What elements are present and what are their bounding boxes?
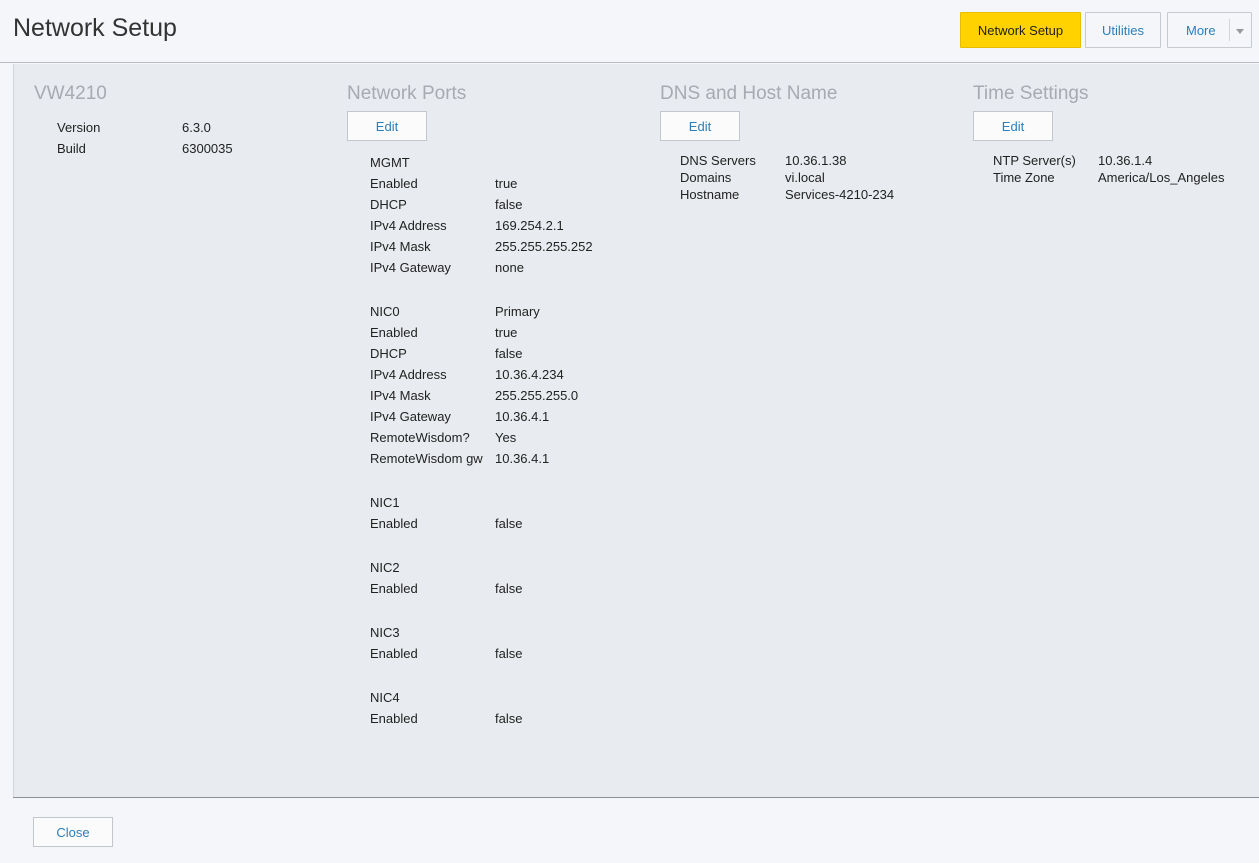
port-value: Yes [495, 430, 517, 445]
dns-title: DNS and Host Name [660, 83, 838, 104]
time-title: Time Settings [973, 83, 1089, 104]
tab-more-dropdown[interactable]: More [1167, 12, 1252, 48]
port-value: true [495, 176, 518, 191]
port-value: 255.255.255.252 [495, 239, 593, 254]
port-value: 10.36.4.1 [495, 451, 550, 466]
content-panel: VW4210 Version 6.3.0 Build 6300035 Netwo… [13, 64, 1259, 797]
port-label: Enabled [370, 581, 418, 596]
port-label: IPv4 Gateway [370, 260, 451, 275]
port-value: false [495, 581, 523, 596]
port-label: DHCP [370, 346, 407, 361]
port-value: Primary [495, 304, 540, 319]
port-label: MGMT [370, 155, 410, 170]
page-title: Network Setup [13, 14, 177, 42]
port-label: NIC3 [370, 625, 400, 640]
time-edit-button[interactable]: Edit [973, 111, 1053, 141]
chevron-down-icon[interactable] [1236, 29, 1244, 34]
port-value: 255.255.255.0 [495, 388, 579, 403]
port-label: Enabled [370, 176, 418, 191]
port-label: Enabled [370, 646, 418, 661]
tab-more-label: More [1186, 22, 1216, 38]
network-ports-title: Network Ports [347, 83, 467, 104]
dns-value: Services-4210-234 [785, 187, 895, 202]
network-ports-edit-button[interactable]: Edit [347, 111, 427, 141]
port-value: false [495, 711, 523, 726]
port-value: 10.36.4.1 [495, 409, 550, 424]
port-label: Enabled [370, 325, 418, 340]
device-label: Version [57, 120, 101, 135]
port-label: NIC4 [370, 690, 400, 705]
device-value: 6.3.0 [182, 120, 211, 135]
port-value: false [495, 197, 523, 212]
time-label: Time Zone [993, 170, 1055, 185]
dns-label: Hostname [680, 187, 740, 202]
device-value: 6300035 [182, 141, 233, 156]
header-bar: Network Setup Network Setup Utilities Mo… [0, 0, 1259, 63]
port-label: IPv4 Address [370, 367, 447, 382]
footer-bar: Close [13, 797, 1259, 863]
dns-value: 10.36.1.38 [785, 153, 847, 168]
port-label: NIC0 [370, 304, 400, 319]
port-label: NIC1 [370, 495, 400, 510]
port-value: false [495, 646, 523, 661]
time-value: 10.36.1.4 [1098, 153, 1153, 168]
port-label: IPv4 Gateway [370, 409, 451, 424]
port-label: Enabled [370, 516, 418, 531]
port-value: 10.36.4.234 [495, 367, 564, 382]
dns-label: DNS Servers [680, 153, 756, 168]
port-value: false [495, 516, 523, 531]
port-label: IPv4 Mask [370, 239, 431, 254]
port-label: IPv4 Address [370, 218, 447, 233]
time-value: America/Los_Angeles [1098, 170, 1225, 185]
port-value: true [495, 325, 518, 340]
port-label: RemoteWisdom gw [370, 451, 483, 466]
port-label: Enabled [370, 711, 418, 726]
port-label: DHCP [370, 197, 407, 212]
device-label: Build [57, 141, 86, 156]
port-value: false [495, 346, 523, 361]
close-button[interactable]: Close [33, 817, 113, 847]
tab-utilities[interactable]: Utilities [1085, 12, 1161, 48]
divider [1229, 19, 1230, 41]
dns-value: vi.local [785, 170, 825, 185]
port-value: 169.254.2.1 [495, 218, 564, 233]
device-title: VW4210 [34, 83, 107, 104]
port-label: RemoteWisdom? [370, 430, 470, 445]
dns-edit-button[interactable]: Edit [660, 111, 740, 141]
port-value: none [495, 260, 524, 275]
dns-label: Domains [680, 170, 732, 185]
time-label: NTP Server(s) [993, 153, 1076, 168]
tab-network-setup[interactable]: Network Setup [960, 12, 1081, 48]
port-label: IPv4 Mask [370, 388, 431, 403]
port-label: NIC2 [370, 560, 400, 575]
